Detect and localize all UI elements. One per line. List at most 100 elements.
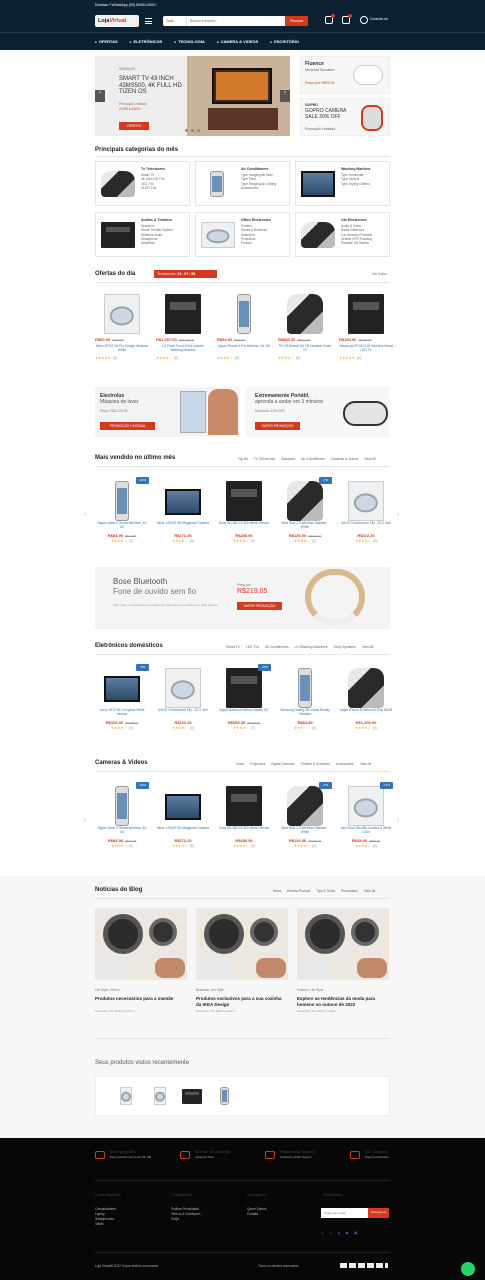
product-image[interactable] xyxy=(165,489,201,515)
blog-category[interactable]: Business, Life Style xyxy=(196,988,224,992)
twitter-icon[interactable]: t xyxy=(330,1231,331,1235)
category-link[interactable]: Amplifiers xyxy=(141,241,173,245)
category-link[interactable]: 4K Ultra HD TVs xyxy=(141,177,165,181)
product-name[interactable]: Tilt VR Helmet 3D VR Headset Smart TV xyxy=(278,344,332,352)
prev-icon[interactable]: ‹ xyxy=(84,818,86,826)
nav-item-camera-videos[interactable]: CAMERA & VIDEOS xyxy=(217,39,259,45)
user-icon[interactable] xyxy=(360,16,368,24)
product-name[interactable]: Apple iPhone 8 Pro Wireless, 64 GB xyxy=(217,344,271,348)
product-card[interactable]: Samsung Galaxy S8 Virtual Reality Headse… xyxy=(278,664,332,754)
recent-product-washer-2[interactable] xyxy=(154,1087,166,1105)
product-card[interactable]: Apple iPhone 8 Pro Wireless, 64 GB R$54.9… xyxy=(217,290,271,380)
tab-1[interactable]: Projectors xyxy=(250,762,265,766)
blog-post-title[interactable]: Produtos necessários para a mamãe xyxy=(95,996,187,1002)
product-card[interactable]: Tilt VR Helmet 3D VR Headset Smart TV R$8… xyxy=(278,290,332,380)
product-image[interactable] xyxy=(226,481,262,521)
prev-icon[interactable]: ‹ xyxy=(84,512,86,520)
product-name[interactable]: Gigaro Nano X Smart Wireless, 4G 4G xyxy=(95,826,149,834)
category-title[interactable]: Audios & Theaters xyxy=(141,218,172,222)
product-name[interactable]: LG Fresh Front 20in1 Inverter Washing Ma… xyxy=(156,344,210,352)
tab-5[interactable]: View All xyxy=(364,457,375,461)
product-image[interactable] xyxy=(287,294,323,334)
category-title[interactable]: Washing Machine xyxy=(341,167,370,171)
tab-1[interactable]: Review Product xyxy=(287,889,310,893)
product-card[interactable]: LG Fresh Front 20in1 Inverter Washing Ma… xyxy=(156,290,210,380)
tab-1[interactable]: LED TVs xyxy=(246,645,259,649)
product-image[interactable] xyxy=(287,786,323,826)
product-name[interactable]: ASUS Chromebook Flip - 10.2 Inch xyxy=(339,521,393,525)
product-name[interactable]: Xerox 4970 36 Compilme White Version xyxy=(95,708,149,716)
product-image[interactable] xyxy=(104,294,140,334)
product-image[interactable] xyxy=(348,786,384,826)
search-category-select[interactable]: Todo xyxy=(163,16,187,26)
tab-0[interactable]: Smart TV xyxy=(226,645,240,649)
product-name[interactable]: InfoComp Security Camera & White Color xyxy=(339,826,393,834)
slider-next-icon[interactable]: › xyxy=(280,90,290,102)
category-link[interactable]: Portable CB Radios xyxy=(341,241,372,245)
category-card[interactable]: Air Conditioners Type Hanging Air-Wall Typ… xyxy=(195,161,290,206)
tab-2[interactable]: Air Conditioners xyxy=(265,645,288,649)
product-name[interactable]: Beat Solo 2.0 Wireless Speaker - White xyxy=(278,826,332,834)
product-image[interactable] xyxy=(165,294,201,334)
product-card[interactable]: -8% Xerox 4970 36 Compilme White Version R… xyxy=(95,664,149,754)
product-name[interactable]: Samsung Galaxy S8 Virtual Reality Headse… xyxy=(278,708,332,716)
footer-link[interactable]: Contato xyxy=(247,1212,267,1217)
slide-cta-button[interactable]: OFERTA xyxy=(119,122,149,130)
hero-slider[interactable]: SAMSUNG SMART TV 43 INCH 43MS500, 4K FUL… xyxy=(95,56,290,136)
category-card[interactable]: Audios & Theaters Speakers Home Theater Sy… xyxy=(95,212,190,257)
tab-5[interactable]: View All xyxy=(362,645,373,649)
promo-button[interactable]: SUPER PROMOÇÃO xyxy=(255,422,300,430)
product-card[interactable]: -34% Apple Macbook Retina Display 16" R$65… xyxy=(217,664,271,754)
blog-post-title[interactable]: Produtos exclusivos para a sua cozinha d… xyxy=(196,996,288,1007)
tab-0[interactable]: News xyxy=(273,889,281,893)
product-card[interactable]: -10% Gigaro Nano X Smart Wireless, 4G 4G R… xyxy=(95,477,149,567)
tab-2[interactable]: Digital Cameras xyxy=(271,762,294,766)
wishlist-icon[interactable] xyxy=(325,14,335,24)
next-icon[interactable]: › xyxy=(397,818,399,826)
category-link[interactable]: Type Drying Clothes xyxy=(341,182,370,186)
category-title[interactable]: Tv Televisores xyxy=(141,167,165,171)
product-name[interactable]: Apple iPhone 8 Retina 64 Plus 64GB xyxy=(339,708,393,712)
google-icon[interactable]: g xyxy=(338,1231,340,1235)
tab-3[interactable]: Air Conditioners xyxy=(301,457,324,461)
promo-banner-portatil[interactable]: Extremamente Portátil, aprenda a andar e… xyxy=(245,387,390,437)
category-card[interactable]: Car Electronics Audio & Video Radar Detect… xyxy=(295,212,390,257)
footer-link[interactable]: Tablet xyxy=(95,1222,116,1227)
category-title[interactable]: Car Electronics xyxy=(341,218,367,222)
product-card[interactable]: -10% Gigaro Nano X Smart Wireless, 4G 4G R… xyxy=(95,782,149,872)
recent-product-phone[interactable] xyxy=(220,1087,229,1105)
instagram-icon[interactable]: ▣ xyxy=(354,1231,357,1235)
tab-2[interactable]: Tips & Tricks xyxy=(316,889,335,893)
blog-post-title[interactable]: Explore as tendências da moda para homen… xyxy=(297,996,389,1007)
product-card[interactable]: Mixer 120x20 SN Megapixel Camera R$272.20… xyxy=(156,782,210,872)
category-link[interactable]: Home Theater System xyxy=(141,228,173,232)
footer-link[interactable]: FAQs xyxy=(171,1217,200,1222)
tab-3[interactable]: LG Washing Machines xyxy=(294,645,327,649)
nav-item-escritorio[interactable]: ESCRITÓRIO xyxy=(270,39,299,45)
tab-4[interactable]: Cameras & Videos xyxy=(331,457,358,461)
category-card[interactable]: Office Electronics Printers Stores & Busin… xyxy=(195,212,290,257)
product-image[interactable] xyxy=(226,786,262,826)
slider-prev-icon[interactable]: ‹ xyxy=(95,90,105,102)
product-card[interactable]: -7% Beat Solo 2.0 Wireless Speaker - Whit… xyxy=(278,477,332,567)
bose-banner[interactable]: Bose Bluetooth Fone de ouvido sem fio Se… xyxy=(95,567,390,629)
blog-image[interactable] xyxy=(95,908,187,980)
recent-product-printer[interactable] xyxy=(182,1089,202,1104)
bose-promo-button[interactable]: SUPER PROMOÇÃO xyxy=(237,602,282,610)
product-card[interactable]: -17% InfoComp Security Camera & White Col… xyxy=(339,782,393,872)
tab-1[interactable]: TV Televisores xyxy=(254,457,276,461)
product-name[interactable]: Apple Macbook Retina Display 16" xyxy=(217,708,271,712)
tab-4[interactable]: Sony Speakers xyxy=(334,645,356,649)
product-image[interactable] xyxy=(348,481,384,521)
product-image[interactable] xyxy=(104,676,140,702)
side-banner-gopro[interactable]: GOPRO GOPRO CAMERA SALE 30% OFF Promoção… xyxy=(300,98,390,136)
tab-2[interactable]: Speakers xyxy=(281,457,295,461)
promo-banner-electrolux[interactable]: Electrolux Máquina de lavar Preço: R$4.2… xyxy=(95,387,240,437)
product-name[interactable]: Aficio SP 5210e Pro Design Wireless Whit… xyxy=(95,344,149,352)
product-card[interactable]: Mixer 120x20 SN Megapixel Camera R$272.20… xyxy=(156,477,210,567)
product-card[interactable]: ASUS Chromebook Flip - 10.2 Inch R$222.20… xyxy=(156,664,210,754)
recent-product-washer[interactable] xyxy=(120,1087,132,1105)
tab-5[interactable]: View All xyxy=(360,762,371,766)
product-card[interactable]: ASUS Chromebook Flip - 10.2 Inch R$222.20… xyxy=(339,477,393,567)
product-name[interactable]: Sony HD-980 15 980 White Version xyxy=(217,826,271,830)
